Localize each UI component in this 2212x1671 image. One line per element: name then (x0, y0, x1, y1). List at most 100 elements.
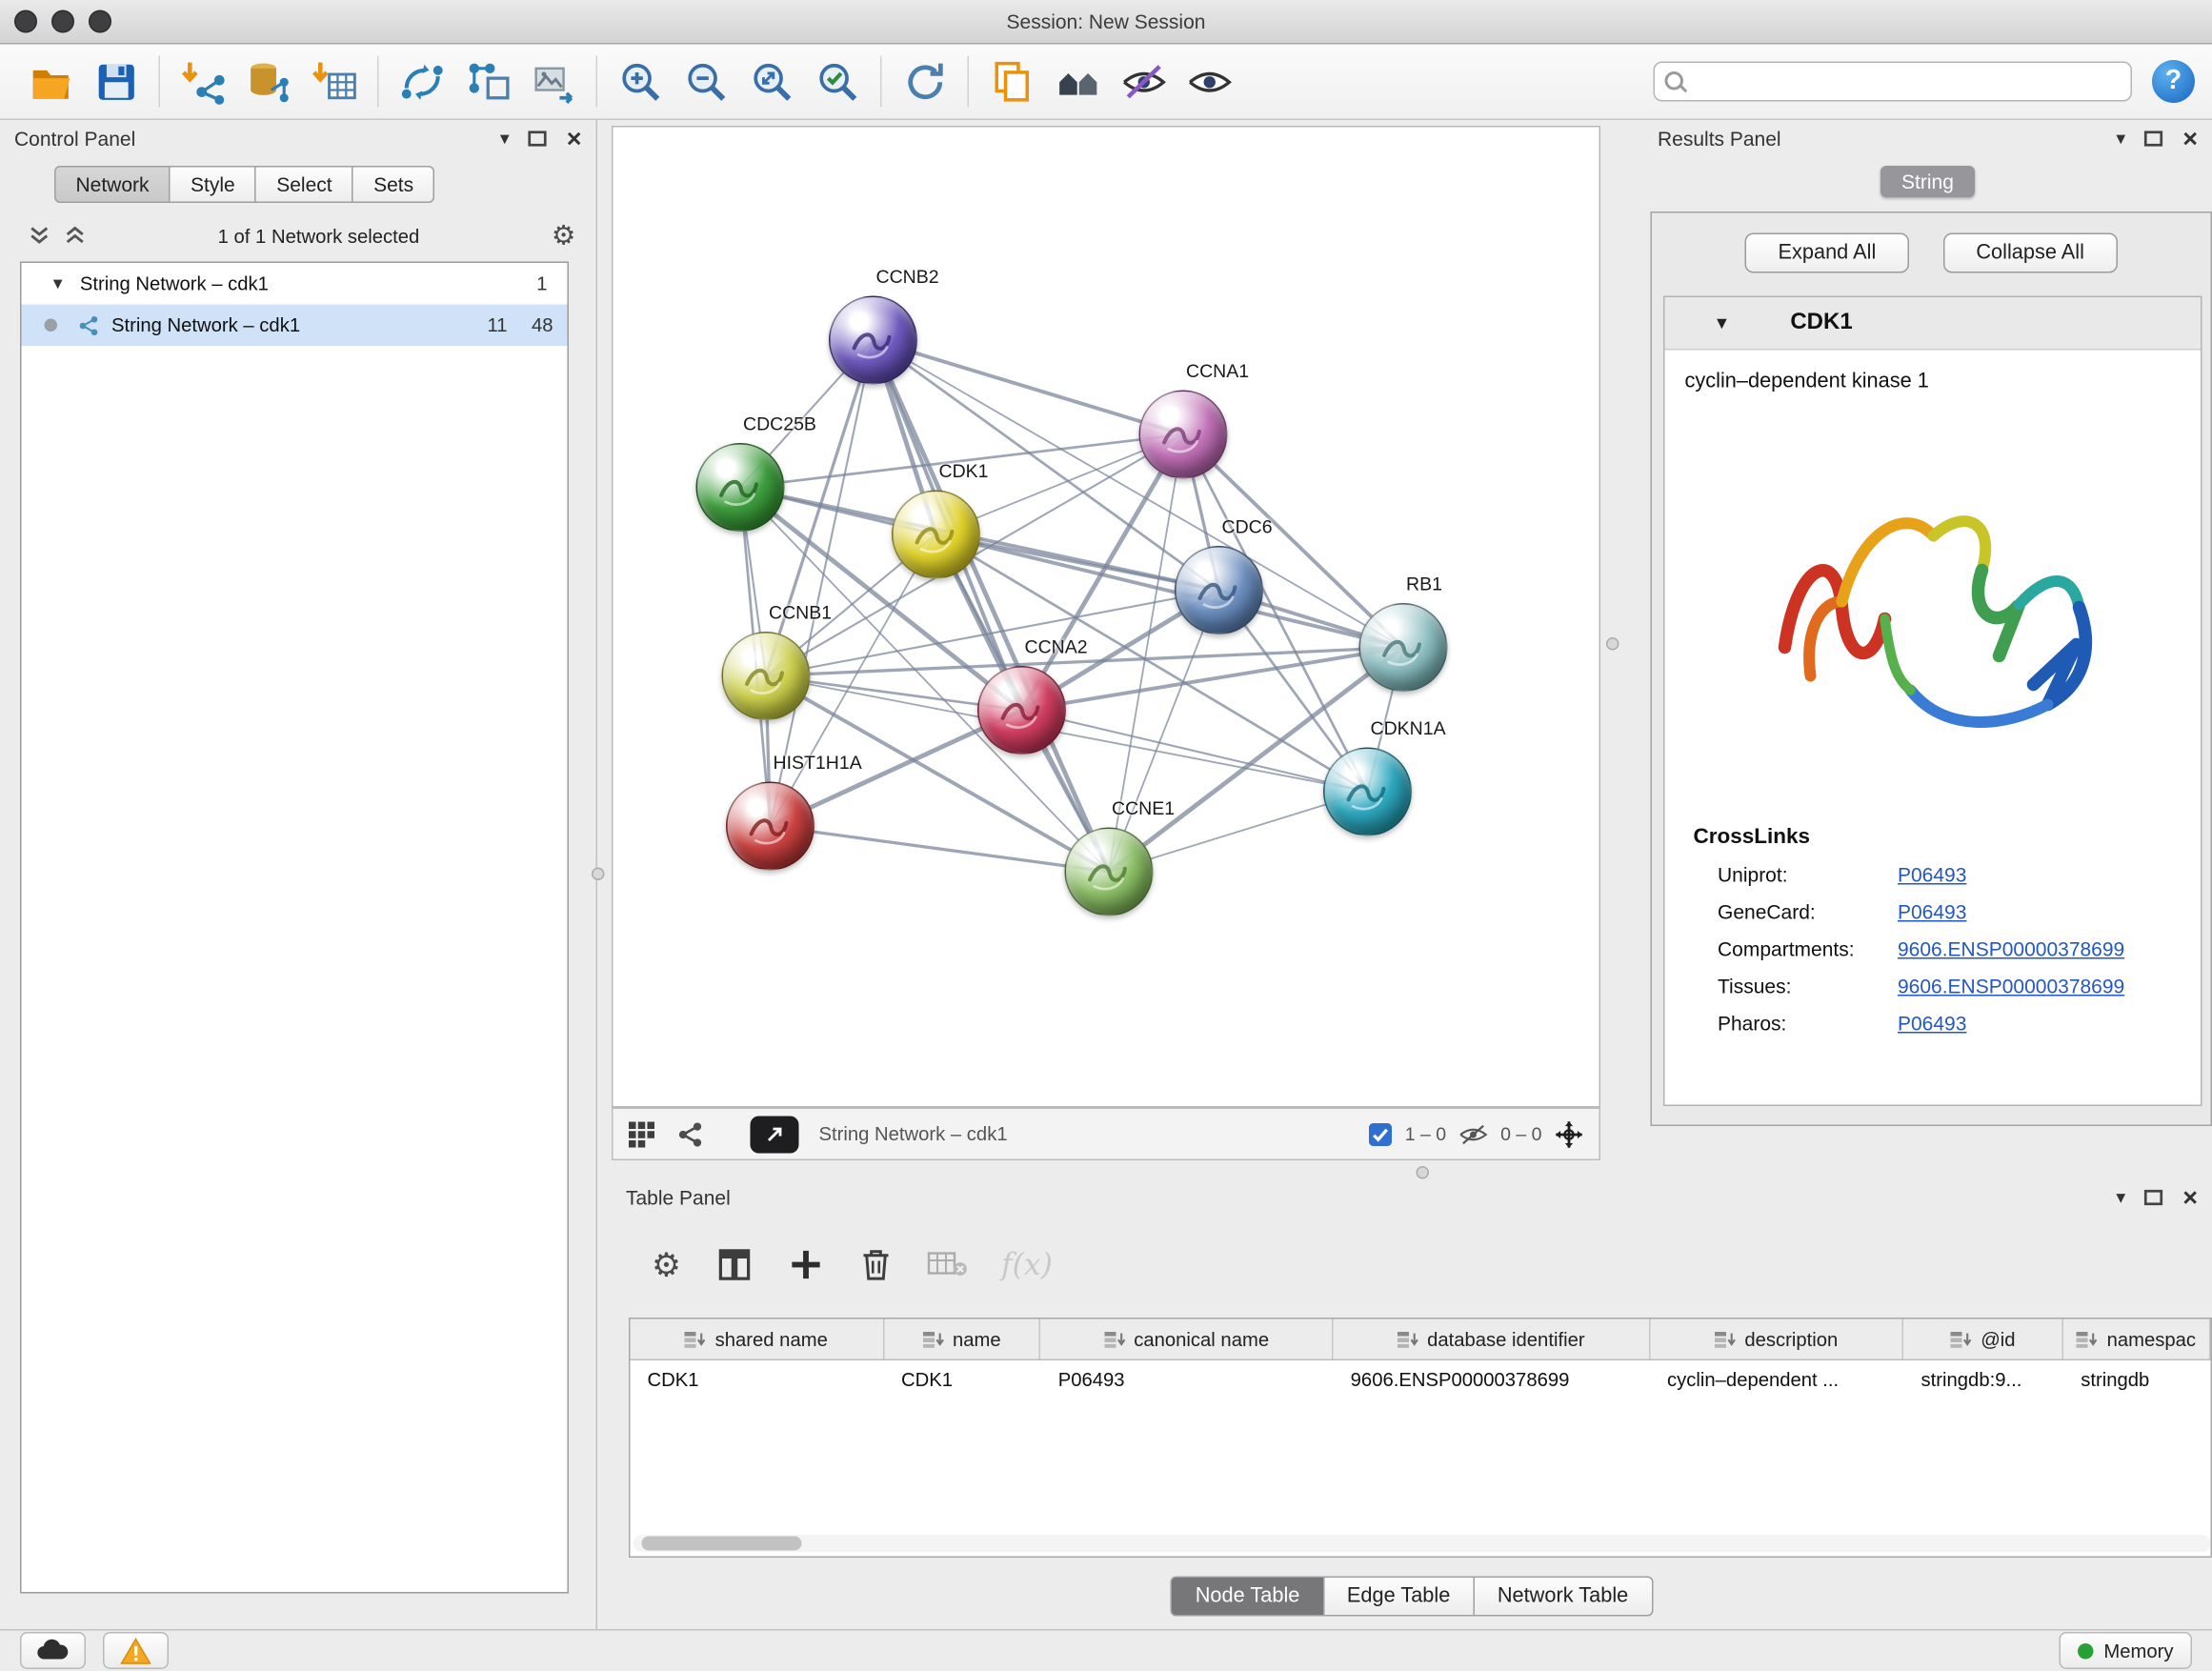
table-row[interactable]: CDK1CDK1P064939606.ENSP00000378699cyclin… (631, 1360, 2211, 1400)
table-cell[interactable]: stringdb:9... (1904, 1360, 2064, 1400)
warnings-button[interactable] (103, 1632, 169, 1669)
tab-string[interactable]: String (1880, 166, 1976, 197)
network-node-RB1[interactable] (1359, 603, 1448, 692)
network-edge[interactable] (874, 340, 1184, 434)
selected-checkbox-icon[interactable] (1368, 1121, 1394, 1147)
section-collapse-icon[interactable]: ▼ (1714, 313, 1731, 333)
crosslink-link[interactable]: P06493 (1898, 1012, 1966, 1035)
export-image-button[interactable] (520, 50, 586, 113)
panel-close-icon[interactable]: × (567, 129, 582, 149)
table-cell[interactable]: cyclin–dependent ... (1650, 1360, 1904, 1400)
table-cell[interactable]: CDK1 (631, 1360, 885, 1400)
hidden-eye-icon[interactable] (1458, 1122, 1489, 1145)
panel-collapse-icon[interactable]: ▾ (500, 128, 510, 151)
network-tree-item[interactable]: String Network – cdk1 11 48 (22, 305, 568, 347)
export-network-button[interactable] (454, 50, 520, 113)
network-edges[interactable] (613, 128, 1599, 1107)
network-node-CDKN1A[interactable] (1323, 748, 1412, 836)
tab-edge-table[interactable]: Edge Table (1324, 1577, 1475, 1617)
search-input[interactable] (1654, 62, 2133, 102)
delete-column-icon[interactable] (858, 1246, 893, 1283)
import-table-button[interactable] (302, 50, 368, 113)
memory-button[interactable]: Memory (2060, 1632, 2192, 1669)
network-canvas[interactable]: CCNB2CCNA1CDC25BCDK1CDC6RB1CCNB1CCNA2CDK… (612, 126, 1600, 1108)
panel-close-icon[interactable]: × (2182, 129, 2198, 149)
apply-layout-button[interactable] (892, 50, 957, 113)
zoom-fit-button[interactable] (739, 50, 805, 113)
column-header-shared-name[interactable]: shared name (631, 1319, 885, 1359)
zoom-window-button[interactable] (89, 10, 111, 33)
panel-collapse-icon[interactable]: ▾ (2116, 128, 2125, 151)
copy-document-button[interactable] (979, 50, 1045, 113)
save-session-button[interactable] (83, 50, 149, 113)
table-cell[interactable]: P06493 (1041, 1360, 1334, 1400)
expand-all-button[interactable]: Expand All (1745, 233, 1909, 273)
fit-selected-icon[interactable] (1554, 1118, 1585, 1150)
network-edge[interactable] (771, 826, 1110, 872)
show-all-button[interactable] (1176, 50, 1242, 113)
collapse-all-button[interactable]: Collapse All (1943, 233, 2118, 273)
network-node-CCNB1[interactable] (722, 632, 811, 720)
protein-section-header[interactable]: ▼ CDK1 (1665, 297, 2202, 351)
table-cell[interactable]: stringdb (2063, 1360, 2210, 1400)
left-splitter-handle[interactable] (592, 868, 605, 881)
add-column-icon[interactable] (787, 1246, 824, 1283)
show-columns-icon[interactable] (715, 1246, 753, 1283)
network-node-CDC6[interactable] (1175, 546, 1263, 634)
import-network-file-button[interactable] (171, 50, 236, 113)
network-node-CCNA2[interactable] (977, 666, 1066, 755)
column-header-name[interactable]: name (884, 1319, 1041, 1359)
tab-node-table[interactable]: Node Table (1171, 1577, 1324, 1617)
right-splitter-handle[interactable] (1606, 637, 1619, 651)
horizontal-splitter-handle[interactable] (1417, 1166, 1430, 1179)
tab-style[interactable]: Style (171, 166, 256, 203)
open-session-button[interactable] (17, 50, 83, 113)
table-cell[interactable]: CDK1 (884, 1360, 1041, 1400)
tree-expand-icon[interactable]: ▼ (50, 275, 66, 292)
panel-close-icon[interactable]: × (2182, 1188, 2198, 1208)
table-options-gear-icon[interactable]: ⚙ (652, 1245, 681, 1284)
grid-view-icon[interactable] (628, 1119, 656, 1148)
column-header-canonical-name[interactable]: canonical name (1041, 1319, 1334, 1359)
table-cell[interactable]: 9606.ENSP00000378699 (1334, 1360, 1650, 1400)
network-options-gear-icon[interactable]: ⚙ (552, 220, 576, 253)
open-external-button[interactable] (751, 1116, 799, 1153)
column-header-namespac[interactable]: namespac (2063, 1319, 2210, 1359)
tab-sets[interactable]: Sets (353, 166, 435, 203)
expand-all-networks-icon[interactable] (29, 224, 50, 250)
zoom-selected-button[interactable] (805, 50, 871, 113)
panel-float-icon[interactable] (2144, 131, 2164, 148)
close-window-button[interactable] (14, 10, 37, 33)
hide-selection-button[interactable] (1111, 50, 1176, 113)
network-node-CCNB2[interactable] (829, 296, 917, 385)
network-node-CDC25B[interactable] (696, 443, 785, 532)
crosslink-link[interactable]: 9606.ENSP00000378699 (1898, 975, 2124, 997)
crosslink-link[interactable]: 9606.ENSP00000378699 (1898, 937, 2124, 960)
network-node-CDK1[interactable] (892, 491, 980, 579)
zoom-out-button[interactable] (674, 50, 739, 113)
network-edge[interactable] (874, 340, 1110, 872)
network-node-CCNA1[interactable] (1139, 391, 1228, 479)
scrollbar-thumb[interactable] (642, 1537, 802, 1551)
network-node-CCNE1[interactable] (1065, 828, 1154, 916)
zoom-in-button[interactable] (608, 50, 674, 113)
tab-network-table[interactable]: Network Table (1475, 1577, 1653, 1617)
collapse-all-networks-icon[interactable] (65, 224, 87, 250)
panel-float-icon[interactable] (528, 131, 548, 148)
crosslink-link[interactable]: P06493 (1898, 863, 1966, 886)
network-from-selection-button[interactable] (389, 50, 454, 113)
minimize-window-button[interactable] (51, 10, 74, 33)
network-node-HIST1H1A[interactable] (726, 782, 814, 871)
column-header-database-identifier[interactable]: database identifier (1334, 1319, 1650, 1359)
cloud-button[interactable] (20, 1632, 86, 1669)
panel-float-icon[interactable] (2144, 1189, 2164, 1206)
help-button[interactable]: ? (2152, 60, 2195, 103)
share-network-icon[interactable] (676, 1119, 705, 1148)
column-header-description[interactable]: description (1650, 1319, 1904, 1359)
tab-network[interactable]: Network (54, 166, 171, 203)
table-horizontal-scrollbar[interactable] (633, 1535, 2211, 1552)
first-neighbors-button[interactable] (1045, 50, 1111, 113)
import-network-database-button[interactable] (236, 50, 302, 113)
tab-select[interactable]: Select (256, 166, 353, 203)
crosslink-link[interactable]: P06493 (1898, 900, 1966, 923)
